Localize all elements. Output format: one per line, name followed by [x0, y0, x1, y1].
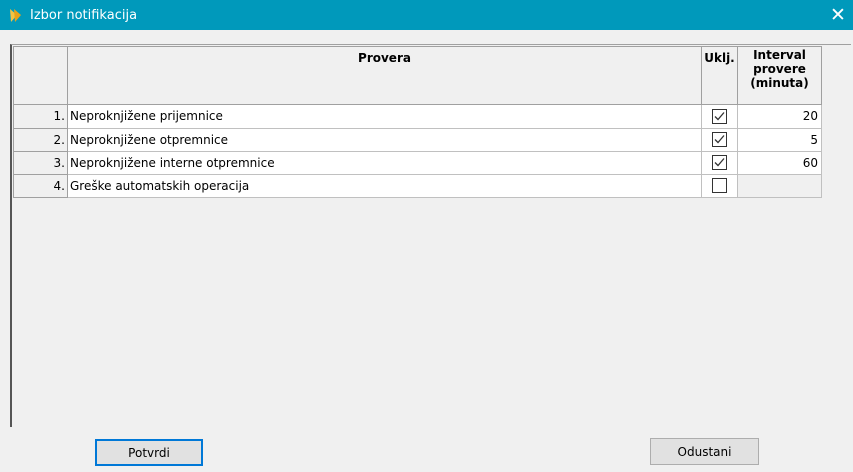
checkmark-icon	[714, 112, 725, 121]
row-enabled-cell[interactable]	[701, 150, 738, 175]
interval-input[interactable]: 20	[737, 104, 822, 129]
column-header-interval[interactable]: Interval provere (minuta)	[737, 45, 822, 106]
column-header-uklj[interactable]: Uklj.	[701, 45, 738, 106]
row-enabled-cell[interactable]	[701, 173, 738, 199]
notification-grid-area: Provera Uklj. Interval provere (minuta) …	[10, 44, 851, 427]
window-title: Izbor notifikacija	[30, 8, 138, 23]
confirm-button[interactable]: Potvrdi	[95, 439, 203, 466]
row-number: 4.	[13, 173, 68, 199]
table-row[interactable]: 1. Neproknjižene prijemnice 20	[13, 104, 822, 129]
title-bar: Izbor notifikacija ✕	[0, 0, 853, 30]
cancel-button[interactable]: Odustani	[650, 438, 759, 465]
notification-table: Provera Uklj. Interval provere (minuta) …	[13, 45, 822, 199]
table-row[interactable]: 2. Neproknjižene otpremnice 5	[13, 127, 822, 152]
enabled-checkbox[interactable]	[712, 155, 727, 171]
row-number: 2.	[13, 127, 68, 152]
row-name[interactable]: Neproknjižene prijemnice	[67, 104, 702, 129]
enabled-checkbox[interactable]	[712, 132, 727, 148]
interval-input[interactable]: 5	[737, 127, 822, 152]
corner-header	[13, 45, 68, 106]
row-name[interactable]: Neproknjižene interne otpremnice	[67, 150, 702, 175]
enabled-checkbox[interactable]	[712, 108, 727, 124]
interval-header-line-1: Interval	[753, 48, 806, 62]
interval-cell-empty	[737, 173, 822, 199]
checkmark-icon	[714, 158, 725, 167]
row-enabled-cell[interactable]	[701, 127, 738, 152]
row-name[interactable]: Neproknjižene otpremnice	[67, 127, 702, 152]
table-row[interactable]: 3. Neproknjižene interne otpremnice 60	[13, 150, 822, 175]
row-number: 3.	[13, 150, 68, 175]
table-row[interactable]: 4. Greške automatskih operacija	[13, 173, 822, 199]
interval-header-line-3: (minuta)	[750, 76, 809, 90]
checkmark-icon	[714, 135, 725, 144]
row-number: 1.	[13, 104, 68, 129]
app-icon	[10, 9, 21, 22]
row-name[interactable]: Greške automatskih operacija	[67, 173, 702, 199]
close-button[interactable]: ✕	[823, 0, 853, 30]
row-enabled-cell[interactable]	[701, 104, 738, 129]
interval-input[interactable]: 60	[737, 150, 822, 175]
enabled-checkbox[interactable]	[712, 178, 727, 194]
interval-header-line-2: provere	[753, 62, 806, 76]
column-header-provera[interactable]: Provera	[67, 45, 702, 106]
